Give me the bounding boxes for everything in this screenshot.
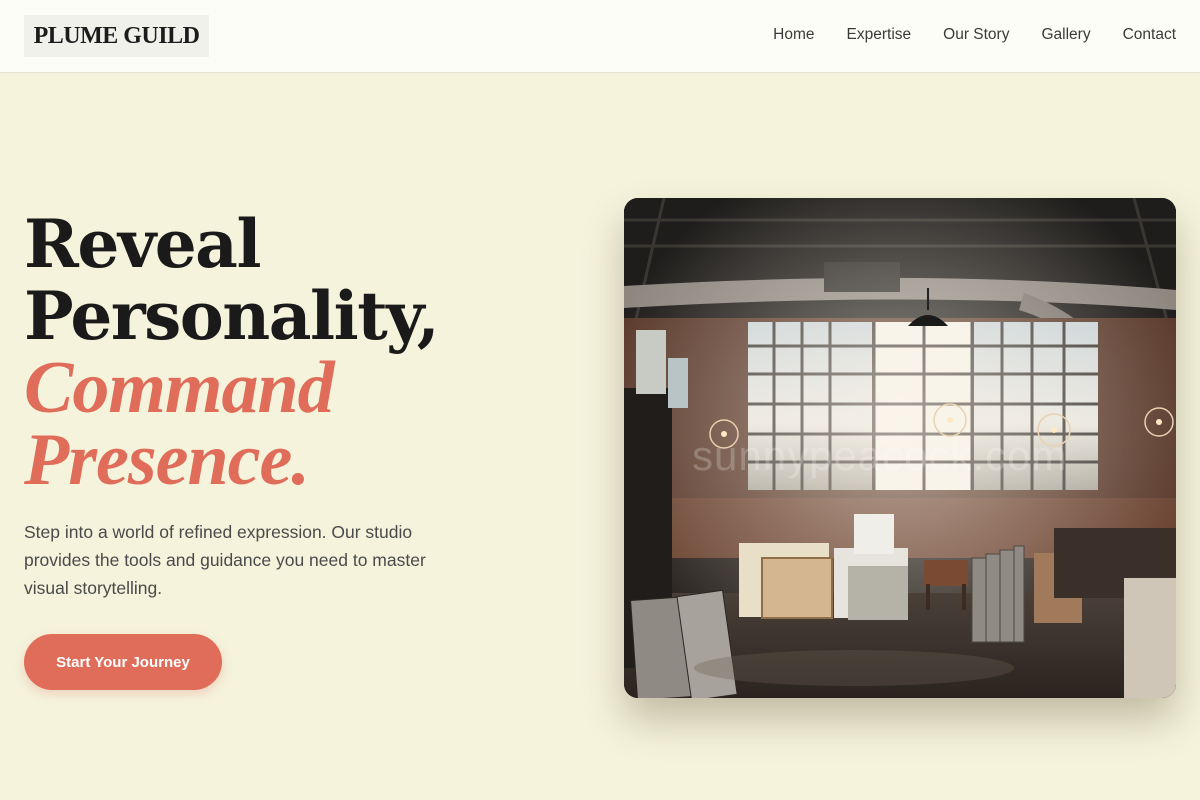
- hero-studio-photo: sunnypeacock.com: [624, 198, 1176, 698]
- hero-title: Reveal Personality, Command Presence.: [24, 205, 544, 501]
- start-journey-button[interactable]: Start Your Journey: [24, 634, 222, 690]
- nav-link-expertise[interactable]: Expertise: [847, 24, 912, 46]
- main-nav: Home Expertise Our Story Gallery Contact: [773, 24, 1176, 46]
- nav-link-gallery[interactable]: Gallery: [1041, 24, 1090, 46]
- nav-link-home[interactable]: Home: [773, 24, 814, 46]
- nav-link-contact[interactable]: Contact: [1123, 24, 1176, 46]
- nav-link-our-story[interactable]: Our Story: [943, 24, 1009, 46]
- image-watermark: sunnypeacock.com: [692, 432, 1068, 479]
- hero-title-line-1: Reveal: [24, 205, 262, 283]
- brand-logo[interactable]: PLUME GUILD: [24, 15, 209, 57]
- hero-description: Step into a world of refined expression.…: [24, 522, 426, 598]
- site-header: PLUME GUILD Home Expertise Our Story Gal…: [0, 0, 1200, 73]
- hero-title-accent-line-1: Command: [24, 347, 335, 429]
- hero-title-line-2: Personality,: [24, 277, 440, 355]
- hero-title-accent-line-2: Presence.: [24, 419, 310, 501]
